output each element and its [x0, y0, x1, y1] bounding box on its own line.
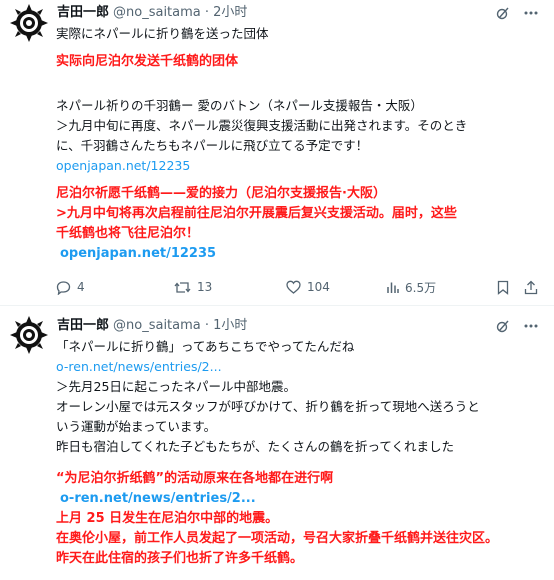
tweet-text: 「ネパールに折り鶴」ってあちこちでやってたんだね — [56, 339, 355, 354]
more-icon[interactable] — [524, 324, 538, 328]
tweet-body: 実際にネパールに折り鶴を送った団体 实际向尼泊尔发送千纸鹤的团体 ネパール祈りの… — [56, 24, 546, 264]
like-button[interactable]: 104 — [286, 277, 330, 297]
tweet-text: いう運動が始まっています。 — [56, 419, 217, 434]
bookmark-icon — [497, 280, 509, 295]
author-name[interactable]: 吉田一郎 — [57, 318, 109, 333]
share-icon — [524, 280, 538, 295]
retweet-count: 13 — [197, 280, 213, 294]
retweet-button[interactable]: 13 — [174, 277, 212, 297]
tweet-link-translation[interactable]: o-ren.net/news/entries/2... — [60, 489, 546, 509]
retweet-icon — [174, 280, 191, 295]
tweet-text-translation: 实际向尼泊尔发送千纸鹤的团体 — [56, 54, 239, 69]
views-button[interactable]: 6.5万 — [386, 277, 436, 297]
reply-count: 4 — [77, 280, 85, 294]
tweet-text-translation: 在奥伦小屋，前工作人员发起了一项活动，号召大家折叠千纸鹤并送往灾区。 — [56, 531, 499, 546]
tweet-link[interactable]: o-ren.net/news/entries/2... — [56, 357, 546, 377]
action-bar: 4 13 104 6.5万 — [56, 277, 546, 297]
like-count: 104 — [307, 280, 330, 294]
tweet-header: 吉田一郎 @no_saitama · 1小时 — [57, 316, 542, 336]
share-button[interactable] — [524, 277, 538, 297]
quote-title-translation: 尼泊尔祈愿千纸鹤——爱的接力（尼泊尔支援报告·大阪） — [56, 186, 386, 201]
tweet-text-translation: 上月 25 日发生在尼泊尔中部的地震。 — [56, 511, 279, 526]
tweet-text: オーレン小屋では元スタッフが呼びかけて、折り鶴を折って現地へ送ろうと — [56, 399, 480, 414]
like-icon — [286, 280, 301, 294]
tweet-text: ＞先月25日に起こったネパール中部地震。 — [56, 379, 297, 394]
grok-icon[interactable] — [496, 6, 510, 20]
tweet[interactable]: 吉田一郎 @no_saitama · 1小时 「ネパールに折り鶴」ってあちこちでや… — [0, 306, 554, 580]
tweet-text: 昨日も宿泊してくれた子どもたちが、たくさんの鶴を折ってくれました — [56, 439, 455, 454]
reply-icon — [56, 280, 71, 295]
author-handle[interactable]: @no_saitama · 2小时 — [113, 5, 247, 20]
grok-icon[interactable] — [496, 319, 510, 333]
avatar[interactable] — [8, 314, 50, 356]
tweet-text-translation: 昨天在此住宿的孩子们也折了许多千纸鹤。 — [56, 551, 304, 566]
quote-title: ネパール祈りの千羽鶴ー 愛のバトン（ネパール支援報告・大阪） — [56, 98, 423, 113]
avatar[interactable] — [8, 2, 50, 44]
bookmark-button[interactable] — [497, 277, 509, 297]
reply-button[interactable]: 4 — [56, 277, 85, 297]
quote-link-translation[interactable]: openjapan.net/12235 — [60, 244, 546, 264]
tweet-header: 吉田一郎 @no_saitama · 2小时 — [57, 3, 542, 23]
quote-line-translation: 千纸鹤也将飞往尼泊尔！ — [56, 226, 200, 241]
tweet-body: 「ネパールに折り鶴」ってあちこちでやってたんだね o-ren.net/news/… — [56, 337, 546, 569]
tweet-text-translation: “为尼泊尔折纸鹤”的活动原来在各地都在进行啊 — [56, 471, 334, 486]
more-icon[interactable] — [524, 11, 538, 15]
tweet-text: 実際にネパールに折り鶴を送った団体 — [56, 26, 269, 41]
quote-line-translation: >九月中旬将再次启程前往尼泊尔开展震后复兴支援活动。届时，这些 — [56, 206, 457, 221]
author-handle[interactable]: @no_saitama · 1小时 — [113, 318, 247, 333]
views-icon — [386, 281, 399, 294]
tweet[interactable]: 吉田一郎 @no_saitama · 2小时 実際にネパールに折り鶴を送った団体 … — [0, 0, 554, 306]
views-count: 6.5万 — [405, 280, 437, 295]
quote-line: に、千羽鶴さんたちもネパールに飛び立てる予定です！ — [56, 138, 369, 153]
quote-line: ＞九月中旬に再度、ネパール震災復興支援活動に出発されます。そのとき — [56, 118, 468, 133]
author-name[interactable]: 吉田一郎 — [57, 5, 109, 20]
quote-link[interactable]: openjapan.net/12235 — [56, 156, 546, 176]
